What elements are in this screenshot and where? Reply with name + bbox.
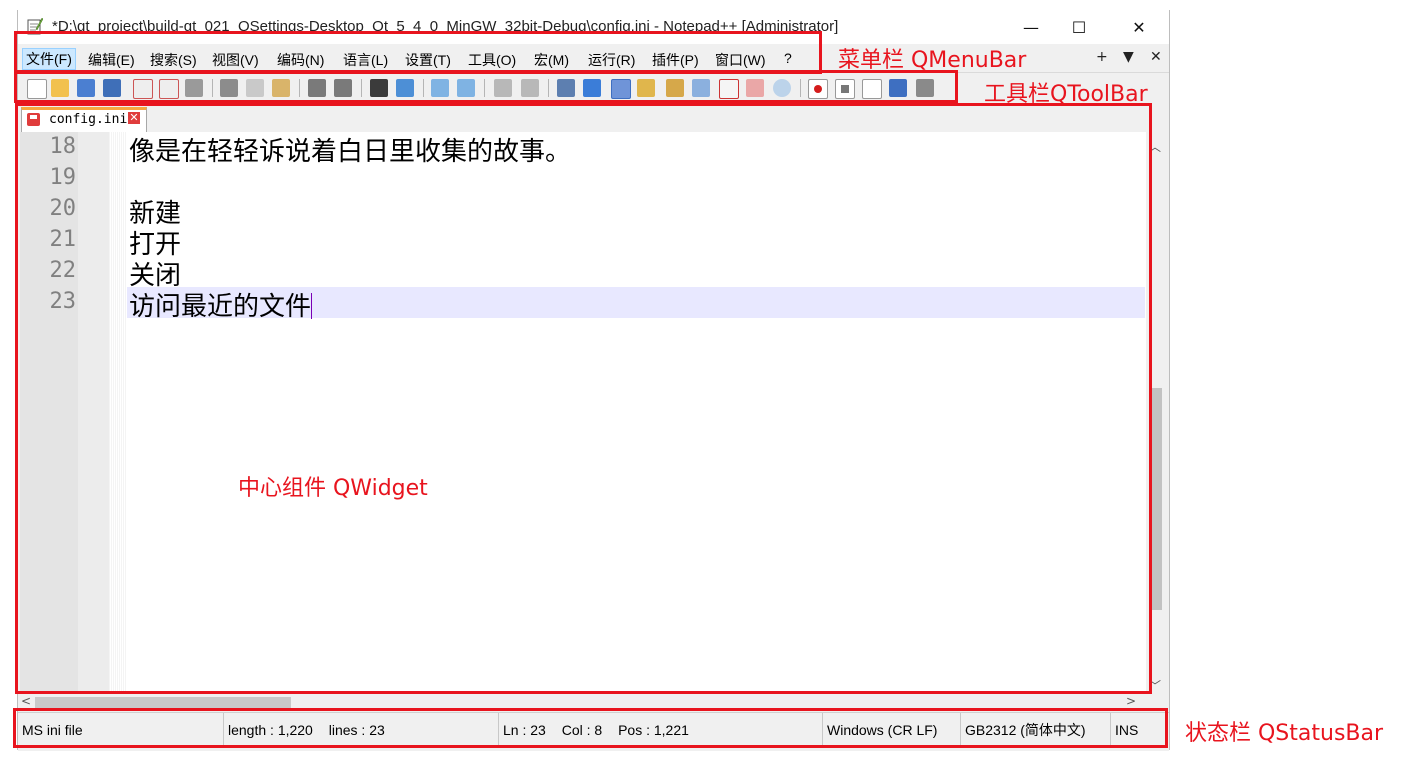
new-tab-button[interactable]: +	[1096, 49, 1108, 65]
annotation-label-menubar: 菜单栏 QMenuBar	[838, 48, 1027, 73]
annotation-box-toolbar	[14, 70, 958, 103]
minimize-button[interactable]: —	[1008, 10, 1054, 44]
close-document-button[interactable]: ✕	[1150, 49, 1162, 65]
annotation-label-toolbar: 工具栏QToolBar	[984, 82, 1148, 107]
horizontal-scroll-thumb[interactable]	[35, 697, 291, 708]
scroll-right-arrow-icon[interactable]: >	[1126, 694, 1136, 708]
annotation-box-statusbar	[13, 708, 1168, 748]
close-window-button[interactable]: ✕	[1116, 10, 1162, 44]
tab-list-button[interactable]: ▼	[1123, 49, 1134, 65]
scroll-left-arrow-icon[interactable]: <	[21, 694, 31, 708]
annotation-box-menubar	[14, 31, 822, 74]
annotation-label-central-widget: 中心组件 QWidget	[238, 476, 428, 501]
annotation-label-statusbar: 状态栏 QStatusBar	[1185, 721, 1384, 746]
maximize-button[interactable]: ☐	[1056, 10, 1102, 44]
annotation-box-central-widget	[15, 103, 1152, 694]
